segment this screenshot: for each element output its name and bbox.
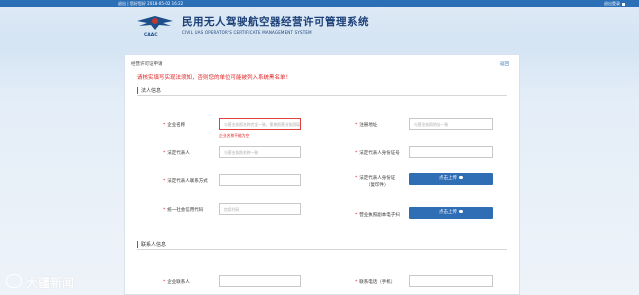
contact-phone-input[interactable]: [409, 275, 493, 287]
system-subtitle: CIVIL UAS OPERATOR'S CERTIFICATE MANAGEM…: [182, 30, 312, 35]
upload-cloud-icon: [459, 176, 463, 179]
credit-code-label: * 统一社会信用代码: [163, 208, 204, 213]
caac-logo: CAAC: [135, 12, 175, 40]
return-link[interactable]: 返回: [500, 61, 509, 67]
system-title: 民用无人驾驶航空器经营许可管理系统: [182, 16, 369, 28]
warning-notice: 请核实填写实现法须知，否则您的单位可能被列入系统黑名单！: [137, 75, 292, 81]
contact-person-input[interactable]: [219, 275, 301, 287]
contact-phone-label: * 联系电话（手机）: [355, 280, 396, 285]
legal-rep-id-label: * 法定代表人身份证号: [355, 151, 400, 156]
page-title: 经营许可证申请: [131, 62, 163, 67]
register-address-label: * 注册地址: [355, 123, 378, 128]
legal-rep-label: * 法定代表人: [163, 151, 190, 156]
watermark: 大疆新闻: [6, 272, 86, 292]
watermark-logo-icon: [6, 274, 22, 288]
legal-rep-id-upload-label: * 法定代表人身份证: [355, 176, 396, 181]
license-upload-label: * 营业执照副本电子扫: [355, 213, 400, 218]
legal-rep-contact-input[interactable]: [219, 174, 301, 186]
legal-rep-id-upload-sublabel: （复印件）: [366, 183, 389, 188]
logo-text: CAAC: [144, 33, 158, 38]
application-form-panel: 经营许可证申请 返回 请核实填写实现法须知，否则您的单位可能被列入系统黑名单！ …: [124, 54, 520, 295]
upload-cloud-icon: [459, 210, 463, 213]
company-name-input[interactable]: 与营业执照名称完全一致，需按照营业执照填写: [219, 118, 301, 130]
license-upload-button[interactable]: 点击上传: [409, 207, 493, 219]
section-contact-heading: 联系人信息: [137, 241, 166, 248]
company-name-label: * 企业名称: [163, 123, 186, 128]
section-divider: [137, 95, 507, 96]
section-divider: [137, 249, 507, 250]
contact-person-label: * 企业联系人: [163, 280, 190, 285]
legal-rep-input[interactable]: 与营业执照名称一致: [219, 146, 301, 158]
watermark-text: 大疆新闻: [26, 276, 75, 290]
legal-rep-contact-label: * 法定代表人联系方式: [163, 179, 208, 184]
wings-icon: [137, 16, 173, 30]
legal-rep-id-upload-button[interactable]: 点击上传: [409, 173, 493, 185]
section-legal-heading: 法人信息: [137, 87, 161, 94]
legal-rep-id-input[interactable]: [409, 146, 493, 158]
top-status-bar: 退出 | 您好您好 2018-05-02 16:22 退出登录: [0, 0, 639, 7]
company-name-error: 企业名称不能为空: [219, 133, 250, 138]
credit-code-input[interactable]: 信用代码: [219, 203, 301, 215]
register-address-input[interactable]: 与营业执照地址一致: [409, 118, 493, 130]
